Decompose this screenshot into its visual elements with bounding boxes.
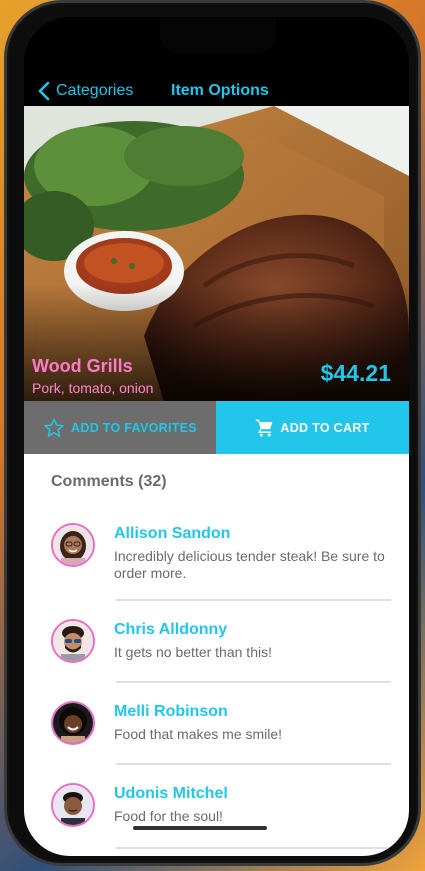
comment-text: Incredibly delicious tender steak! Be su…: [114, 548, 385, 581]
divider: [116, 847, 391, 849]
item-name: Wood Grills: [32, 356, 133, 376]
divider: [116, 763, 391, 765]
avatar-image: [53, 785, 93, 825]
favorites-label: ADD TO FAVORITES: [71, 420, 197, 435]
avatar[interactable]: [51, 783, 95, 827]
divider: [116, 599, 391, 601]
cart-icon: [256, 419, 273, 437]
action-buttons: ADD TO FAVORITES ADD TO CART: [24, 401, 409, 454]
avatar[interactable]: [51, 701, 95, 745]
item-ingredients: Pork, tomato, onion: [32, 380, 154, 396]
nav-bar: Categories Item Options: [24, 75, 409, 109]
avatar[interactable]: [51, 619, 95, 663]
star-icon: [44, 418, 64, 437]
screen: Categories Item Options Wood Grills Pork…: [24, 17, 409, 856]
item-hero-image: Wood Grills Pork, tomato, onion $44.21: [24, 106, 409, 402]
item-price: $44.21: [320, 360, 391, 386]
comments-section: Comments (32) Allison Sandon Incredibly …: [24, 454, 409, 856]
page-title: Item Options: [171, 82, 269, 99]
divider: [116, 681, 391, 683]
chevron-left-icon: [38, 81, 50, 101]
cart-label: ADD TO CART: [280, 420, 370, 435]
comment-text: Food that makes me smile!: [114, 726, 283, 742]
notch: [160, 17, 276, 53]
add-to-favorites-button[interactable]: ADD TO FAVORITES: [24, 401, 216, 454]
avatar-image: [53, 525, 93, 565]
back-button[interactable]: Categories: [38, 81, 133, 101]
comments-header: Comments (32): [51, 473, 167, 490]
avatar[interactable]: [51, 523, 95, 567]
add-to-cart-button[interactable]: ADD TO CART: [216, 401, 409, 454]
avatar-image: [53, 621, 93, 661]
avatar-image: [53, 703, 93, 743]
comment-text: Food for the soul!: [114, 808, 223, 824]
comment-author[interactable]: Chris Alldonny: [114, 621, 227, 639]
comment-author[interactable]: Udonis Mitchel: [114, 785, 228, 803]
comment-author[interactable]: Melli Robinson: [114, 703, 228, 721]
comment-text: It gets no better than this!: [114, 644, 272, 660]
phone-frame: Categories Item Options Wood Grills Pork…: [4, 0, 421, 866]
home-indicator[interactable]: [133, 826, 267, 830]
comment-author[interactable]: Allison Sandon: [114, 525, 230, 543]
back-label: Categories: [56, 82, 134, 99]
